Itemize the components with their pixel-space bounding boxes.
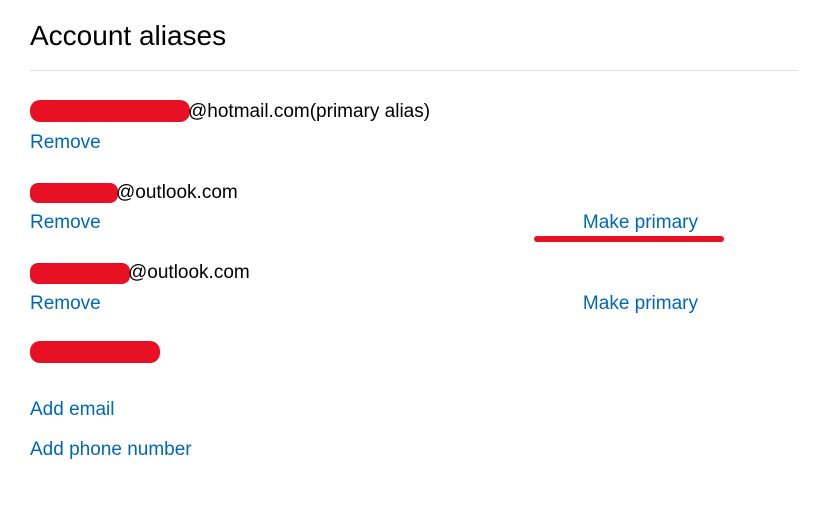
remove-link[interactable]: Remove [30, 132, 101, 154]
add-links-section: Add email Add phone number [30, 399, 798, 461]
alias-suffix: (primary alias) [310, 99, 430, 126]
redacted-item [30, 341, 798, 363]
redacted-text [30, 341, 160, 363]
add-email-link[interactable]: Add email [30, 399, 798, 421]
remove-link[interactable]: Remove [30, 212, 101, 234]
alias-domain: @outlook.com [116, 180, 238, 207]
alias-domain: @outlook.com [128, 260, 250, 287]
make-primary-link[interactable]: Make primary [583, 293, 798, 315]
alias-email-row: @hotmail.com (primary alias) [30, 99, 798, 126]
alias-actions: Remove Make primary [30, 212, 798, 234]
redacted-username [30, 183, 118, 203]
redacted-username [30, 100, 190, 122]
remove-link[interactable]: Remove [30, 293, 101, 315]
redacted-username [30, 263, 130, 284]
annotation-underline [534, 236, 724, 242]
page-title: Account aliases [30, 20, 798, 52]
alias-domain: @hotmail.com [188, 99, 310, 126]
alias-email-row: @outlook.com [30, 260, 798, 287]
alias-email-row: @outlook.com [30, 180, 798, 207]
add-phone-link[interactable]: Add phone number [30, 439, 798, 461]
alias-actions: Remove Make primary [30, 293, 798, 315]
alias-actions: Remove [30, 132, 798, 154]
alias-item: @hotmail.com (primary alias) Remove [30, 99, 798, 154]
divider [30, 70, 798, 71]
alias-item: @outlook.com Remove Make primary [30, 260, 798, 315]
alias-item: @outlook.com Remove Make primary [30, 180, 798, 235]
make-primary-link[interactable]: Make primary [583, 212, 798, 234]
